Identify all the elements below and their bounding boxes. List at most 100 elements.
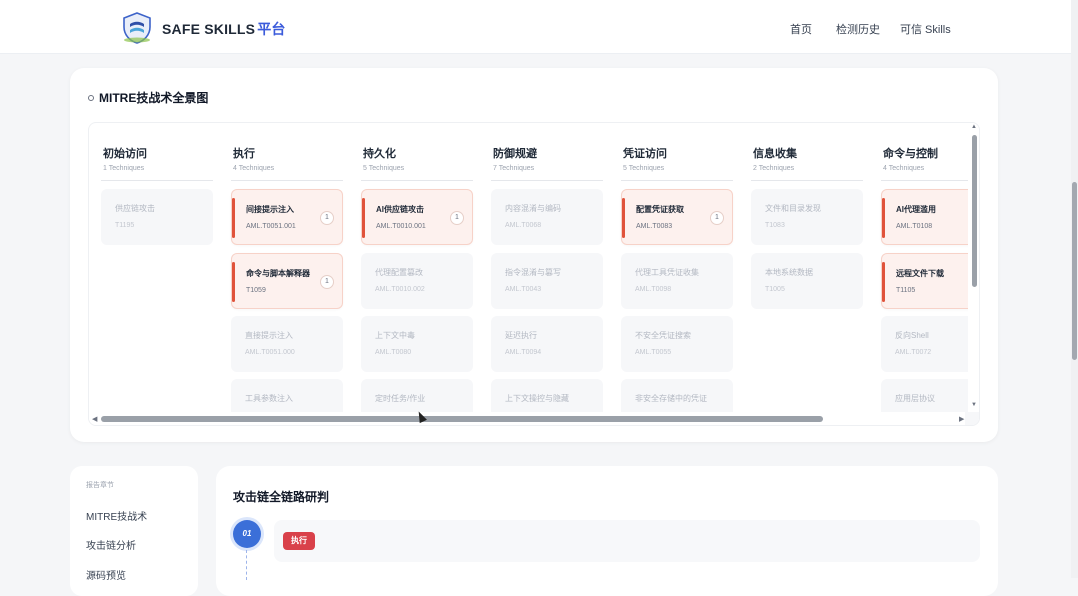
technique-id: AML.T0068 <box>505 222 542 229</box>
brand-accent: 平台 <box>257 21 286 37</box>
technique-name: 本地系统数据 <box>765 268 813 277</box>
technique-id: AML.T0010.002 <box>375 286 425 293</box>
technique-card[interactable]: 上下文中毒 AML.T0080 <box>361 316 473 372</box>
horizontal-scrollbar[interactable]: ◀ ▶ <box>89 412 965 425</box>
technique-card[interactable]: 不安全凭证搜索 AML.T0055 <box>621 316 733 372</box>
shield-logo-icon[interactable] <box>122 12 152 44</box>
page-scroll-thumb[interactable] <box>1072 182 1077 360</box>
technique-name: 代理配置篡改 <box>375 268 423 277</box>
mitre-matrix[interactable]: 初始访问 1 Techniques 供应链攻击 T1195 执行 4 Techniques… <box>88 122 980 426</box>
nav-home[interactable]: 首页 <box>790 21 812 37</box>
tactic-header: 防御规避 7 Techniques <box>491 129 603 181</box>
attack-chain-card: 攻击链全链路研判 01 执行 <box>216 466 998 596</box>
chain-step-row[interactable] <box>274 520 980 562</box>
tactic-header: 信息收集 2 Techniques <box>751 129 863 181</box>
attack-chain-title: 攻击链全链路研判 <box>233 490 330 504</box>
technique-card[interactable]: AI供应链攻击 AML.T0010.001 1 <box>361 189 473 245</box>
sidebar-item-attack-chain[interactable]: 攻击链分析 <box>86 537 136 552</box>
tactic-header: 持久化 5 Techniques <box>361 129 473 181</box>
technique-name: 直接提示注入 <box>245 331 293 340</box>
tactic-count: 4 Techniques <box>883 165 925 172</box>
technique-id: T1083 <box>765 222 785 229</box>
tactic-header: 凭证访问 5 Techniques <box>621 129 733 181</box>
tactic-column: 凭证访问 5 Techniques 配置凭证获取 AML.T0083 1 代理工具凭证收集… <box>621 129 733 425</box>
scroll-up-icon[interactable]: ▲ <box>971 124 977 130</box>
hit-count-badge: 1 <box>710 211 724 225</box>
technique-card[interactable]: 文件和目录发现 T1083 <box>751 189 863 245</box>
tactic-name: 信息收集 <box>753 148 797 160</box>
brand-text: SAFE SKILLS <box>162 21 256 37</box>
tactic-header: 执行 4 Techniques <box>231 129 343 181</box>
technique-name: 内容混淆与编码 <box>505 204 561 213</box>
technique-name: 工具参数注入 <box>245 394 293 403</box>
sidebar-item-mitre[interactable]: MITRE技战术 <box>86 508 147 523</box>
technique-card[interactable]: 代理工具凭证收集 AML.T0098 <box>621 253 733 309</box>
technique-card[interactable]: 间接提示注入 AML.T0051.001 1 <box>231 189 343 245</box>
technique-card[interactable]: 代理配置篡改 AML.T0010.002 <box>361 253 473 309</box>
technique-name: 延迟执行 <box>505 331 537 340</box>
nav-history[interactable]: 检测历史 <box>836 21 880 37</box>
technique-card[interactable]: 指令混淆与篡写 AML.T0043 <box>491 253 603 309</box>
brand-name[interactable]: SAFE SKILLS 平台 <box>162 19 286 39</box>
technique-id: AML.T0055 <box>635 349 672 356</box>
scroll-right-icon[interactable]: ▶ <box>959 415 964 423</box>
technique-card[interactable]: 命令与脚本解释器 T1059 1 <box>231 253 343 309</box>
technique-id: AML.T0043 <box>505 286 542 293</box>
technique-card[interactable]: 反向Shell AML.T0072 <box>881 316 979 372</box>
tactic-header: 初始访问 1 Techniques <box>101 129 213 181</box>
tactic-name: 初始访问 <box>103 148 147 160</box>
tactic-name: 防御规避 <box>493 148 537 160</box>
technique-name: 代理工具凭证收集 <box>635 268 699 277</box>
horizontal-scroll-thumb[interactable] <box>101 416 823 422</box>
technique-name: 供应链攻击 <box>115 204 155 213</box>
technique-id: AML.T0098 <box>635 286 672 293</box>
technique-name: 不安全凭证搜索 <box>635 331 691 340</box>
hit-count-badge: 1 <box>320 275 334 289</box>
tactic-header: 命令与控制 4 Techniques <box>881 129 979 181</box>
technique-card[interactable]: 配置凭证获取 AML.T0083 1 <box>621 189 733 245</box>
timeline-connector <box>246 550 247 580</box>
technique-card[interactable]: AI代理滥用 AML.T0108 <box>881 189 979 245</box>
mitre-title: MITRE技战术全景图 <box>88 89 208 106</box>
vertical-scroll-thumb[interactable] <box>972 135 977 287</box>
technique-name: 文件和目录发现 <box>765 204 821 213</box>
hit-count-badge: 1 <box>320 211 334 225</box>
mitre-title-text: MITRE技战术全景图 <box>99 91 209 105</box>
tactic-count: 7 Techniques <box>493 165 535 172</box>
hit-count-badge: 1 <box>450 211 464 225</box>
technique-card[interactable]: 远程文件下载 T1105 <box>881 253 979 309</box>
technique-card[interactable]: 延迟执行 AML.T0094 <box>491 316 603 372</box>
scroll-down-icon[interactable]: ▼ <box>971 402 977 408</box>
vertical-scrollbar[interactable]: ▲ ▼ <box>968 123 979 412</box>
tactic-name: 持久化 <box>363 148 396 160</box>
tactic-tag: 执行 <box>283 532 315 550</box>
technique-name: 定时任务/作业 <box>375 394 426 403</box>
mitre-card: MITRE技战术全景图 初始访问 1 Techniques 供应链攻击 T1195 执行… <box>70 68 998 442</box>
tactic-count: 4 Techniques <box>233 165 275 172</box>
nav-trusted-skills[interactable]: 可信 Skills <box>900 21 951 37</box>
scroll-left-icon[interactable]: ◀ <box>92 415 97 423</box>
technique-card[interactable]: 直接提示注入 AML.T0051.000 <box>231 316 343 372</box>
technique-id: T1005 <box>765 286 785 293</box>
tactic-name: 执行 <box>233 148 255 160</box>
tactic-column: 持久化 5 Techniques AI供应链攻击 AML.T0010.001 1 代理配置… <box>361 129 473 425</box>
sidebar-item-source-preview[interactable]: 源码预览 <box>86 567 126 582</box>
tactic-column: 执行 4 Techniques 间接提示注入 AML.T0051.001 1 命令与脚本解… <box>231 129 343 425</box>
tactic-column: 初始访问 1 Techniques 供应链攻击 T1195 <box>101 129 213 412</box>
target-icon <box>88 95 94 101</box>
top-navbar: SAFE SKILLS 平台 首页 检测历史 可信 Skills <box>0 0 1078 54</box>
tactic-column: 信息收集 2 Techniques 文件和目录发现 T1083 本地系统数据 T1005 <box>751 129 863 412</box>
technique-card[interactable]: 内容混淆与编码 AML.T0068 <box>491 189 603 245</box>
technique-name: 上下文操控与隐藏 <box>505 394 569 403</box>
technique-id: AML.T0094 <box>505 349 542 356</box>
page-scrollbar[interactable] <box>1071 0 1078 578</box>
technique-card[interactable]: 供应链攻击 T1195 <box>101 189 213 245</box>
tactic-name: 凭证访问 <box>623 148 667 160</box>
report-sections-sidebar: 报告章节 MITRE技战术 攻击链分析 源码预览 <box>70 466 198 596</box>
tactic-count: 1 Techniques <box>103 165 145 172</box>
tactic-column: 防御规避 7 Techniques 内容混淆与编码 AML.T0068 指令混淆与篡写 A… <box>491 129 603 425</box>
tactic-column: 命令与控制 4 Techniques AI代理滥用 AML.T0108 远程文件下载 T1… <box>881 129 979 425</box>
technique-card[interactable]: 本地系统数据 T1005 <box>751 253 863 309</box>
technique-id: AML.T0051.000 <box>245 349 295 356</box>
step-number-badge: 01 <box>233 520 261 548</box>
